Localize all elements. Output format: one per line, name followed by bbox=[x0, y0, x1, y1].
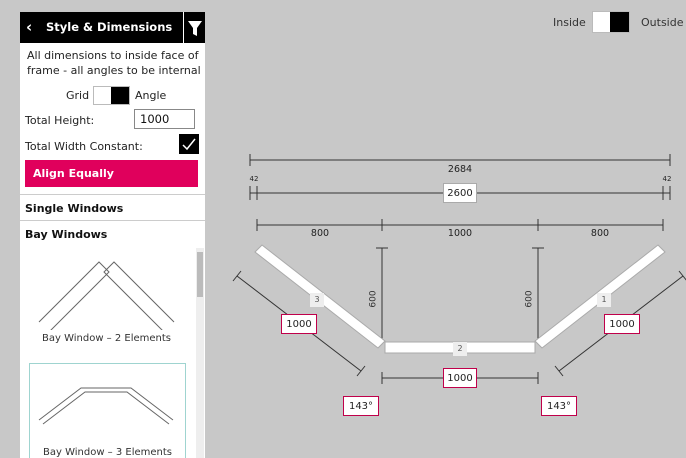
segment-mid-label: 1000 bbox=[447, 228, 473, 239]
right-offset-label: 42 bbox=[662, 175, 672, 183]
pane-right-length-input[interactable]: 1000 bbox=[604, 314, 640, 334]
angle-left-input[interactable]: 143° bbox=[343, 396, 379, 416]
pane-left-length-input[interactable]: 1000 bbox=[281, 314, 317, 334]
segment-left-label: 800 bbox=[310, 228, 330, 239]
pane-right-number: 1 bbox=[597, 293, 611, 307]
pane-left-number: 3 bbox=[310, 293, 324, 307]
left-offset-label: 42 bbox=[249, 175, 259, 183]
inner-width-input[interactable]: 2600 bbox=[443, 183, 477, 203]
depth-dimensions bbox=[376, 247, 544, 344]
overall-width-label: 2684 bbox=[447, 164, 473, 175]
depth-left-label: 600 bbox=[368, 290, 379, 308]
pane-mid-number: 2 bbox=[453, 342, 467, 356]
pane-mid-length-input[interactable]: 1000 bbox=[443, 368, 477, 388]
segment-right-label: 800 bbox=[590, 228, 610, 239]
angle-right-input[interactable]: 143° bbox=[541, 396, 577, 416]
depth-right-label: 600 bbox=[524, 290, 535, 308]
